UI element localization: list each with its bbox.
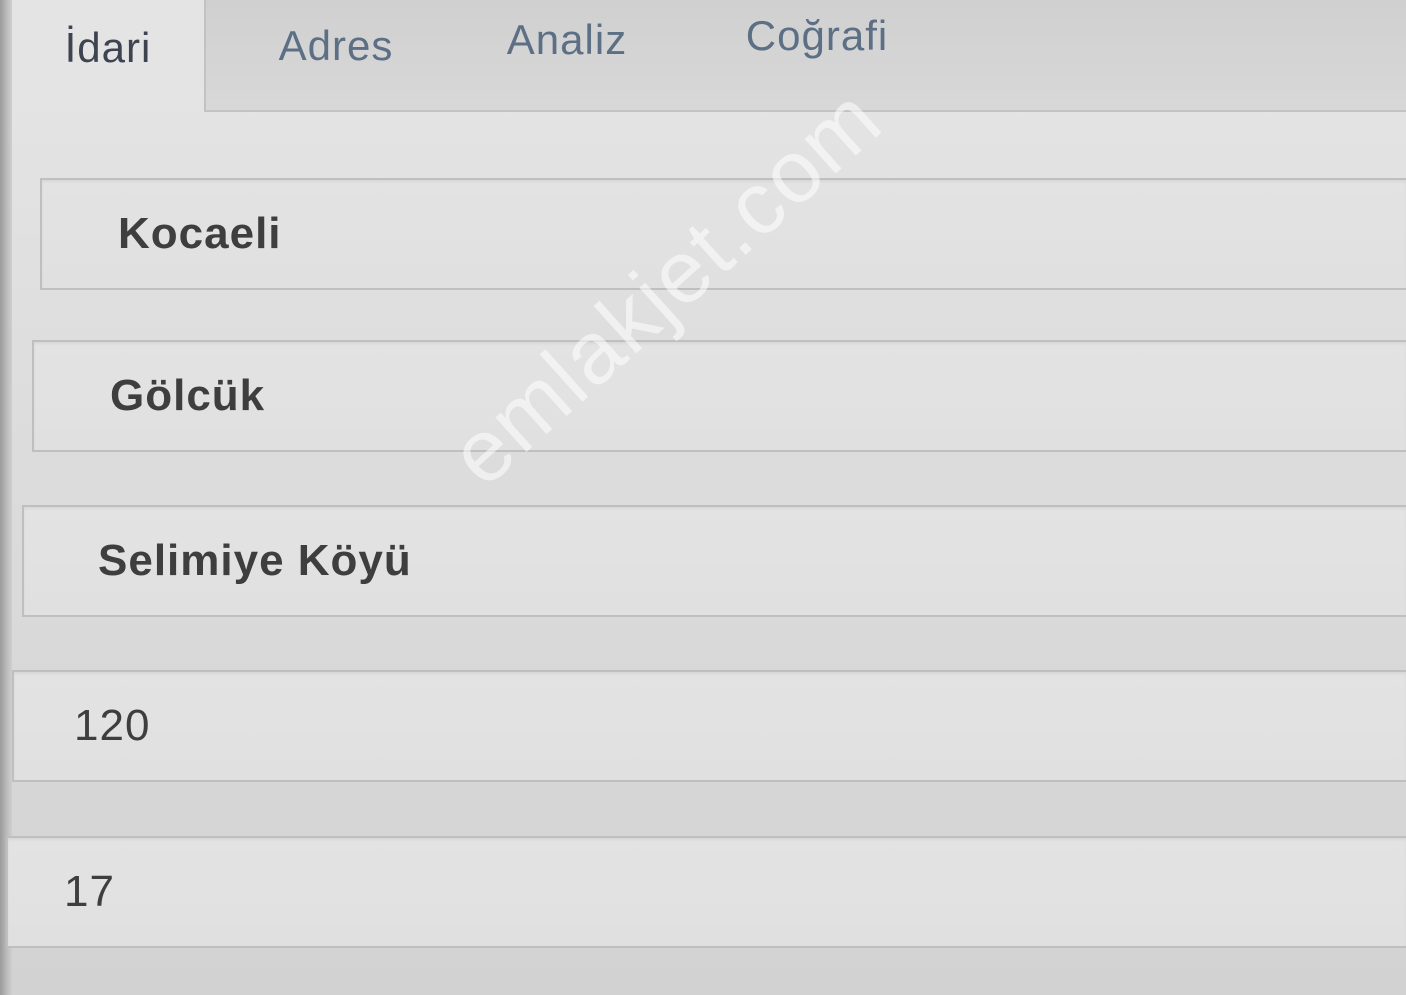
tab-bar: İdari Adres Analiz Coğrafi: [12, 0, 1406, 112]
district-field[interactable]: Gölcük: [32, 340, 1406, 452]
tab-adres[interactable]: Adres: [226, 0, 446, 108]
parcel-number-field[interactable]: 17: [6, 836, 1406, 948]
tab-idari[interactable]: İdari: [12, 0, 206, 112]
neighborhood-value: Selimiye Köyü: [98, 536, 412, 585]
tab-analiz-label: Analiz: [506, 16, 628, 63]
district-value: Gölcük: [110, 371, 266, 420]
neighborhood-field[interactable]: Selimiye Köyü: [22, 505, 1406, 617]
block-number-field[interactable]: 120: [12, 670, 1406, 782]
block-number-value: 120: [74, 701, 151, 750]
parcel-number-value: 17: [64, 867, 115, 916]
tab-analiz[interactable]: Analiz: [452, 0, 682, 108]
province-field[interactable]: Kocaeli: [40, 178, 1406, 290]
province-value: Kocaeli: [118, 209, 282, 258]
tab-cografi[interactable]: Coğrafi: [692, 0, 942, 108]
tab-cografi-label: Coğrafi: [745, 12, 889, 59]
tab-idari-label: İdari: [64, 24, 152, 71]
tab-adres-label: Adres: [278, 22, 394, 69]
